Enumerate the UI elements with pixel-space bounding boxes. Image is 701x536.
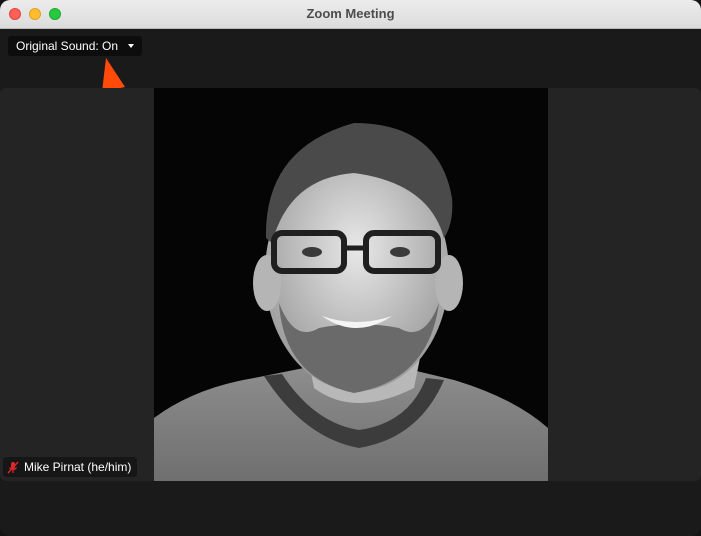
participant-name: Mike Pirnat (he/him) bbox=[24, 460, 132, 474]
chevron-down-icon[interactable] bbox=[128, 44, 135, 48]
original-sound-label: Original Sound: On bbox=[16, 39, 119, 53]
participant-name-label: Mike Pirnat (he/him) bbox=[3, 457, 138, 477]
original-sound-toggle[interactable]: Original Sound: On bbox=[8, 36, 143, 56]
title-bar: Zoom Meeting bbox=[0, 0, 701, 29]
mic-muted-icon bbox=[7, 461, 19, 473]
window-title: Zoom Meeting bbox=[306, 6, 395, 21]
participant-video-tile[interactable]: Mike Pirnat (he/him) bbox=[0, 88, 701, 481]
participant-photo bbox=[154, 88, 548, 481]
zoom-meeting-window: Zoom Meeting Original Sound: On Mike Pir… bbox=[0, 0, 701, 536]
meeting-bottom-bar bbox=[0, 481, 701, 536]
participant-video bbox=[154, 88, 548, 481]
